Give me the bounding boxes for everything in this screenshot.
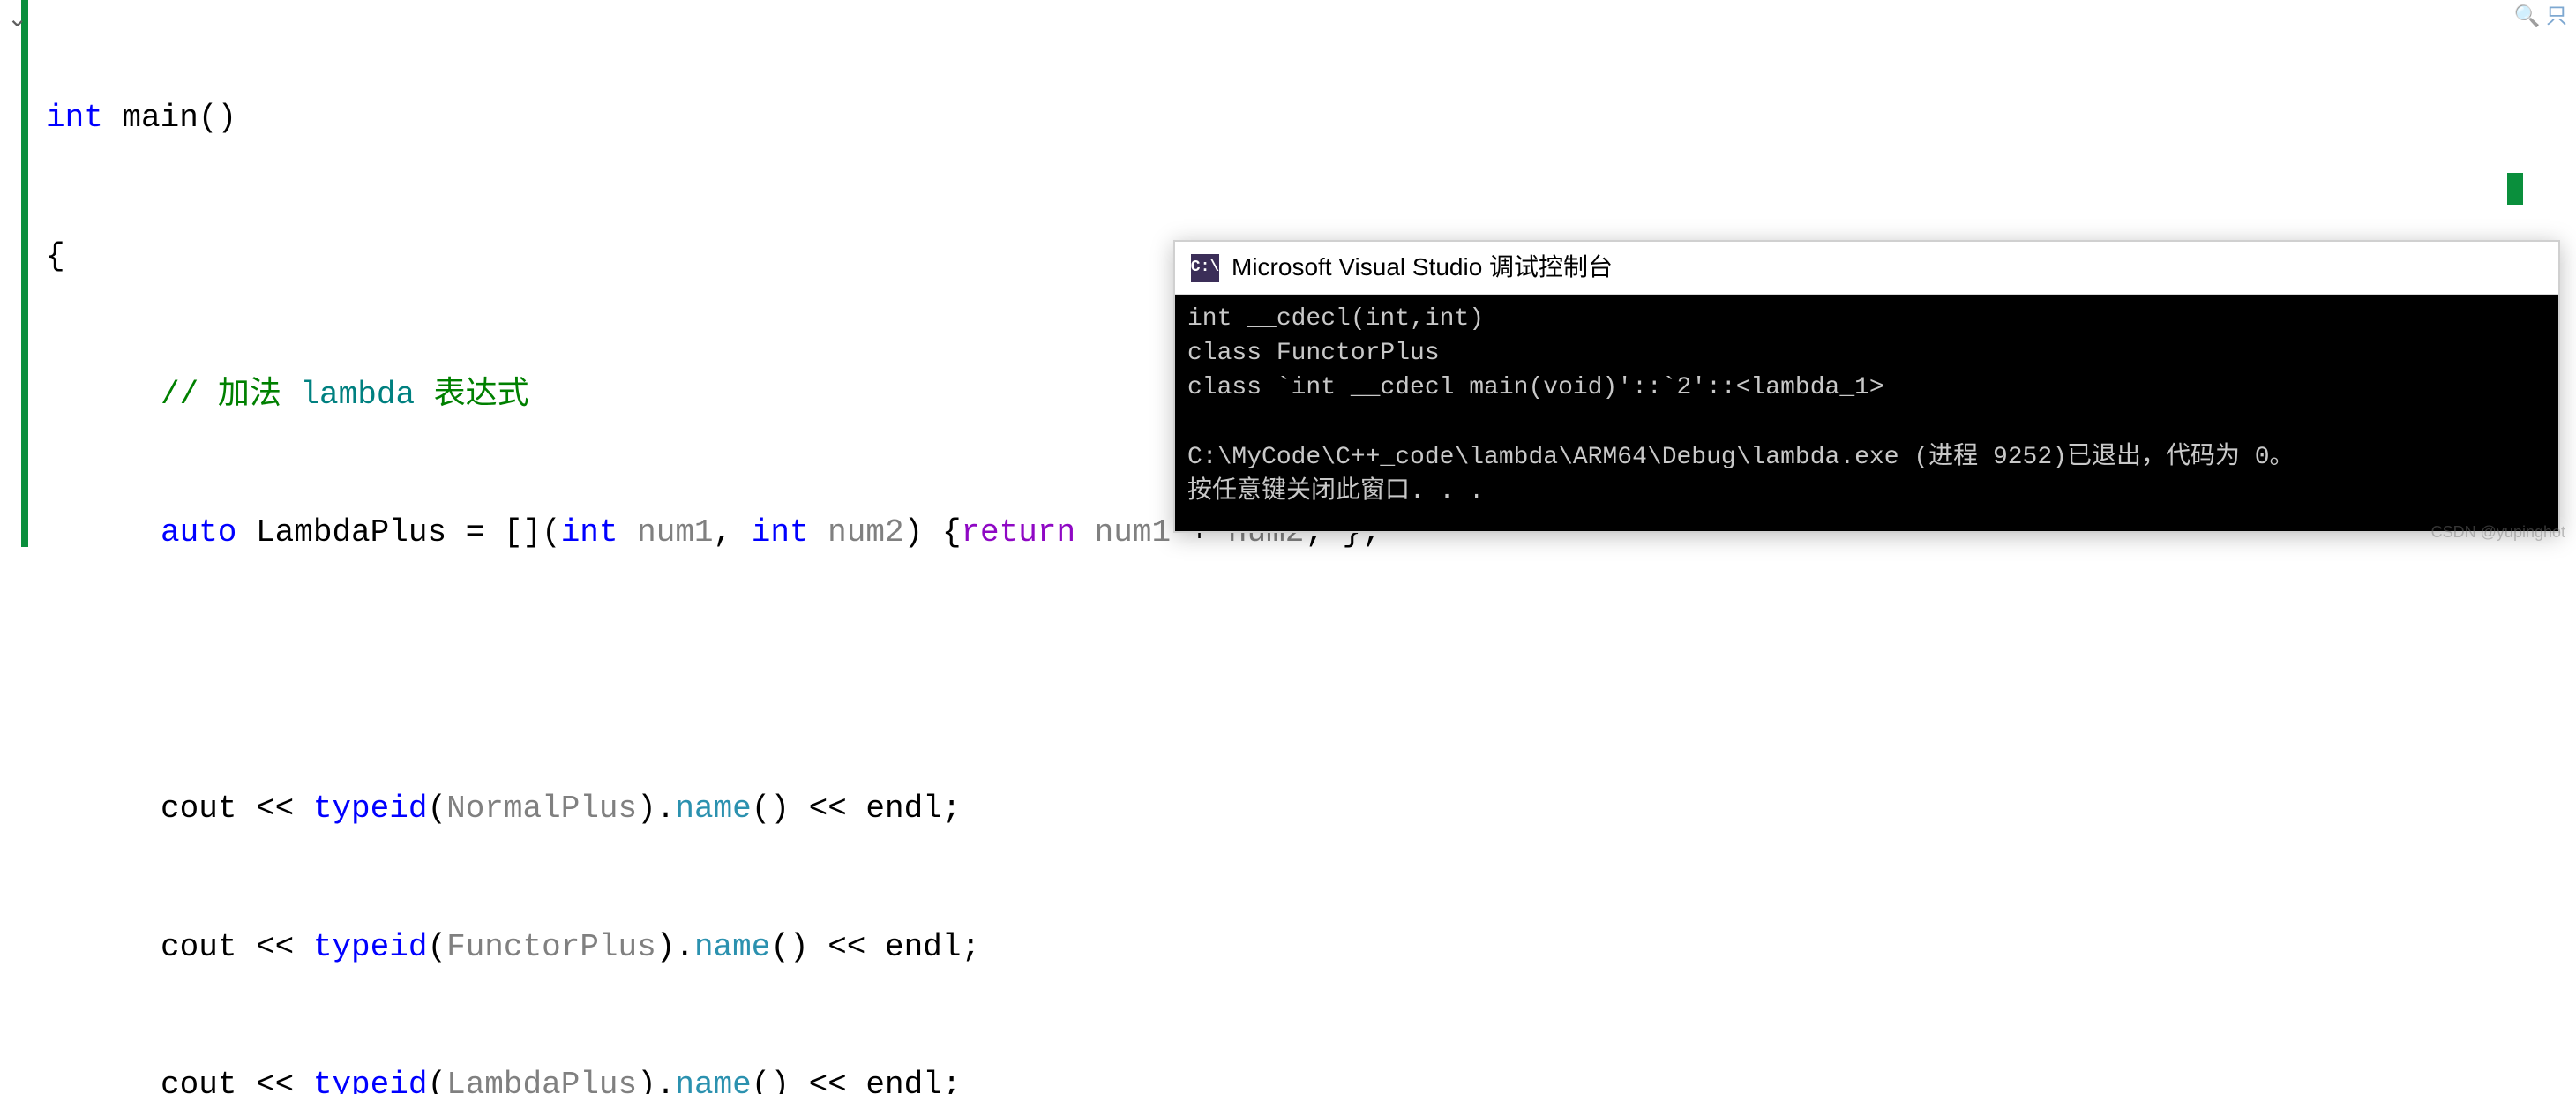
arg: FunctorPlus bbox=[446, 929, 656, 965]
watermark: CSDN @yupinghot bbox=[2431, 521, 2565, 543]
cout: cout bbox=[161, 791, 256, 827]
console-titlebar[interactable]: C:\ Microsoft Visual Studio 调试控制台 bbox=[1175, 242, 2558, 295]
console-icon: C:\ bbox=[1191, 254, 1219, 282]
capture: [] bbox=[484, 514, 542, 551]
fn-name: main bbox=[122, 100, 198, 136]
keyword-int: int bbox=[46, 100, 103, 136]
method-name: name bbox=[675, 1067, 751, 1094]
arg: LambdaPlus bbox=[446, 1067, 637, 1094]
console-line: int __cdecl(int,int) bbox=[1187, 305, 1484, 333]
gutter: ⌄ bbox=[0, 0, 32, 547]
var-name: LambdaPlus bbox=[236, 514, 465, 551]
code-line: cout << typeid(LambdaPlus).name() << end… bbox=[46, 1062, 1381, 1094]
comment: // bbox=[161, 377, 218, 413]
cout: cout bbox=[161, 929, 256, 965]
code-line bbox=[46, 648, 1381, 694]
code-line: cout << typeid(FunctorPlus).name() << en… bbox=[46, 925, 1381, 970]
parens: () bbox=[198, 100, 236, 136]
keyword-int: int bbox=[752, 514, 809, 551]
method-name: name bbox=[675, 791, 751, 827]
method-name: name bbox=[694, 929, 770, 965]
comment-lambda: lambda bbox=[281, 377, 434, 413]
op-ins: << bbox=[256, 929, 294, 965]
endl: endl bbox=[865, 791, 941, 827]
keyword-auto: auto bbox=[161, 514, 236, 551]
console-body[interactable]: int __cdecl(int,int) class FunctorPlus c… bbox=[1175, 295, 2558, 531]
comment-text: 表达式 bbox=[434, 377, 529, 413]
keyword-typeid: typeid bbox=[294, 929, 427, 965]
param: num2 bbox=[809, 514, 904, 551]
console-line: class `int __cdecl main(void)'::`2'::<la… bbox=[1187, 374, 1884, 401]
console-title-text: Microsoft Visual Studio 调试控制台 bbox=[1232, 250, 1613, 286]
endl: endl bbox=[865, 1067, 941, 1094]
code-line: cout << typeid(NormalPlus).name() << end… bbox=[46, 786, 1381, 832]
keyword-int: int bbox=[561, 514, 618, 551]
arg: NormalPlus bbox=[446, 791, 637, 827]
op-eq: = bbox=[466, 514, 485, 551]
keyword-typeid: typeid bbox=[294, 791, 427, 827]
op-ins: << bbox=[256, 1067, 294, 1094]
endl: endl bbox=[885, 929, 961, 965]
collapse-icon[interactable]: ⌄ bbox=[7, 4, 27, 40]
keyword-return: return bbox=[961, 514, 1075, 551]
keyword-typeid: typeid bbox=[294, 1067, 427, 1094]
op-ins: << bbox=[256, 791, 294, 827]
comment-text: 加法 bbox=[218, 377, 281, 413]
top-right-fragment: 🔍 只 bbox=[2513, 2, 2567, 33]
right-change-marker bbox=[2507, 173, 2523, 205]
console-line: 按任意键关闭此窗口. . . bbox=[1187, 478, 1484, 506]
change-marker bbox=[21, 0, 28, 547]
console-line: C:\MyCode\C++_code\lambda\ARM64\Debug\la… bbox=[1187, 444, 2295, 471]
cout: cout bbox=[161, 1067, 256, 1094]
param: num1 bbox=[618, 514, 714, 551]
console-line: class FunctorPlus bbox=[1187, 340, 1440, 367]
console-window: C:\ Microsoft Visual Studio 调试控制台 int __… bbox=[1173, 240, 2560, 533]
code-line: int main() bbox=[46, 95, 1381, 141]
